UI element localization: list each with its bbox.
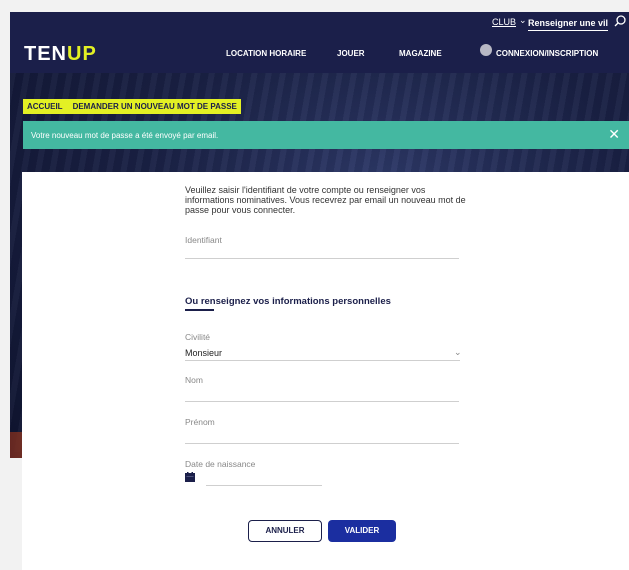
password-reset-form: Veuillez saisir l'identifiant de votre c…: [22, 172, 629, 570]
identifiant-underline: [185, 258, 459, 259]
birthdate-underline: [206, 485, 322, 486]
form-intro: Veuillez saisir l'identifiant de votre c…: [185, 185, 466, 215]
breadcrumb: ACCUEIL DEMANDER UN NOUVEAU MOT DE PASSE: [23, 99, 241, 114]
nav-item-location-horaire[interactable]: LOCATION HORAIRE: [226, 49, 306, 58]
alert-message: Votre nouveau mot de passe a été envoyé …: [31, 131, 219, 140]
nav-item-jouer[interactable]: JOUER: [337, 49, 365, 58]
chevron-down-icon[interactable]: ⌄: [454, 347, 462, 358]
section-title: Ou renseignez vos informations personnel…: [185, 296, 391, 307]
utility-bar: CLUB ⌄: [10, 12, 629, 34]
prenom-label: Prénom: [185, 417, 215, 427]
nom-label: Nom: [185, 375, 203, 385]
section-title-underline: [185, 309, 214, 311]
civilite-value: Monsieur: [185, 348, 223, 358]
prenom-underline: [185, 443, 459, 444]
city-search-input[interactable]: [528, 15, 608, 31]
nav-item-magazine[interactable]: MAGAZINE: [399, 49, 442, 58]
close-icon[interactable]: ✕: [608, 127, 620, 141]
cancel-button[interactable]: ANNULER: [248, 520, 322, 542]
prenom-input[interactable]: [185, 428, 459, 442]
civilite-select[interactable]: [185, 344, 460, 360]
main-nav: TENUP LOCATION HORAIRE JOUER MAGAZINE CO…: [10, 34, 629, 73]
calendar-icon[interactable]: [185, 472, 195, 482]
success-alert: Votre nouveau mot de passe a été envoyé …: [23, 121, 629, 149]
birthdate-input[interactable]: [206, 472, 322, 484]
chevron-down-icon[interactable]: ⌄: [519, 15, 527, 26]
logo-accent: UP: [67, 43, 97, 65]
civilite-underline: [185, 360, 460, 361]
birthdate-label: Date de naissance: [185, 459, 256, 469]
breadcrumb-home[interactable]: ACCUEIL: [27, 102, 63, 111]
civilite-label: Civilité: [185, 332, 211, 342]
nav-login[interactable]: CONNEXION/INSCRIPTION: [496, 49, 598, 58]
club-selector[interactable]: CLUB: [492, 17, 516, 27]
page: CLUB ⌄ TENUP LOCATION HORAIRE JOUER MAGA…: [10, 12, 629, 570]
breadcrumb-current: DEMANDER UN NOUVEAU MOT DE PASSE: [72, 102, 237, 111]
search-icon[interactable]: [613, 14, 627, 28]
nom-underline: [185, 401, 459, 402]
tenup-logo[interactable]: TENUP: [24, 43, 97, 66]
user-avatar-icon[interactable]: [480, 44, 492, 56]
submit-button[interactable]: VALIDER: [328, 520, 396, 542]
nom-input[interactable]: [185, 386, 459, 400]
logo-prefix: TEN: [24, 43, 67, 65]
identifiant-input[interactable]: [185, 244, 459, 258]
